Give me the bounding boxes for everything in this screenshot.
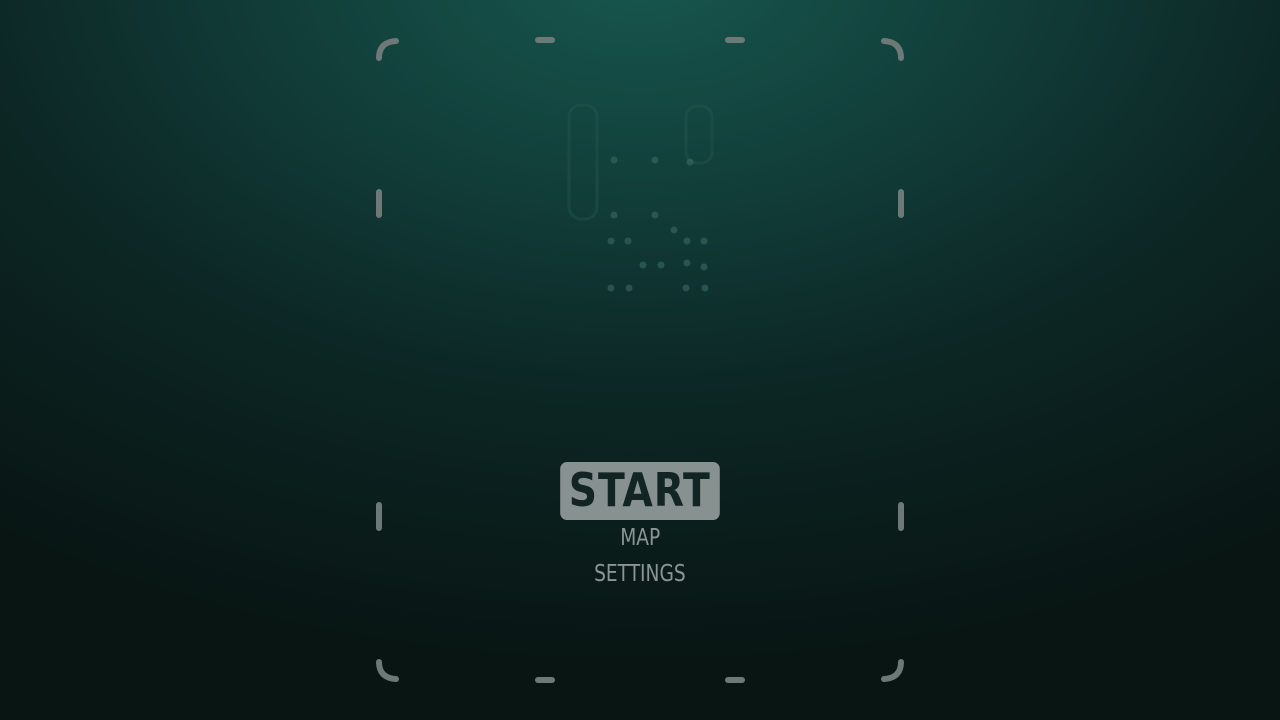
game-logo-icon xyxy=(567,103,714,292)
frame-corner-top-right-icon xyxy=(881,38,904,61)
settings-button[interactable]: SETTINGS xyxy=(594,556,686,592)
map-button[interactable]: MAP xyxy=(620,520,660,556)
frame-corner-bottom-right-icon xyxy=(881,659,904,682)
start-button[interactable]: START xyxy=(560,462,720,520)
frame-corner-bottom-left-icon xyxy=(376,659,399,682)
frame-corner-top-left-icon xyxy=(376,38,399,61)
main-menu: START MAP SETTINGS xyxy=(540,462,740,592)
